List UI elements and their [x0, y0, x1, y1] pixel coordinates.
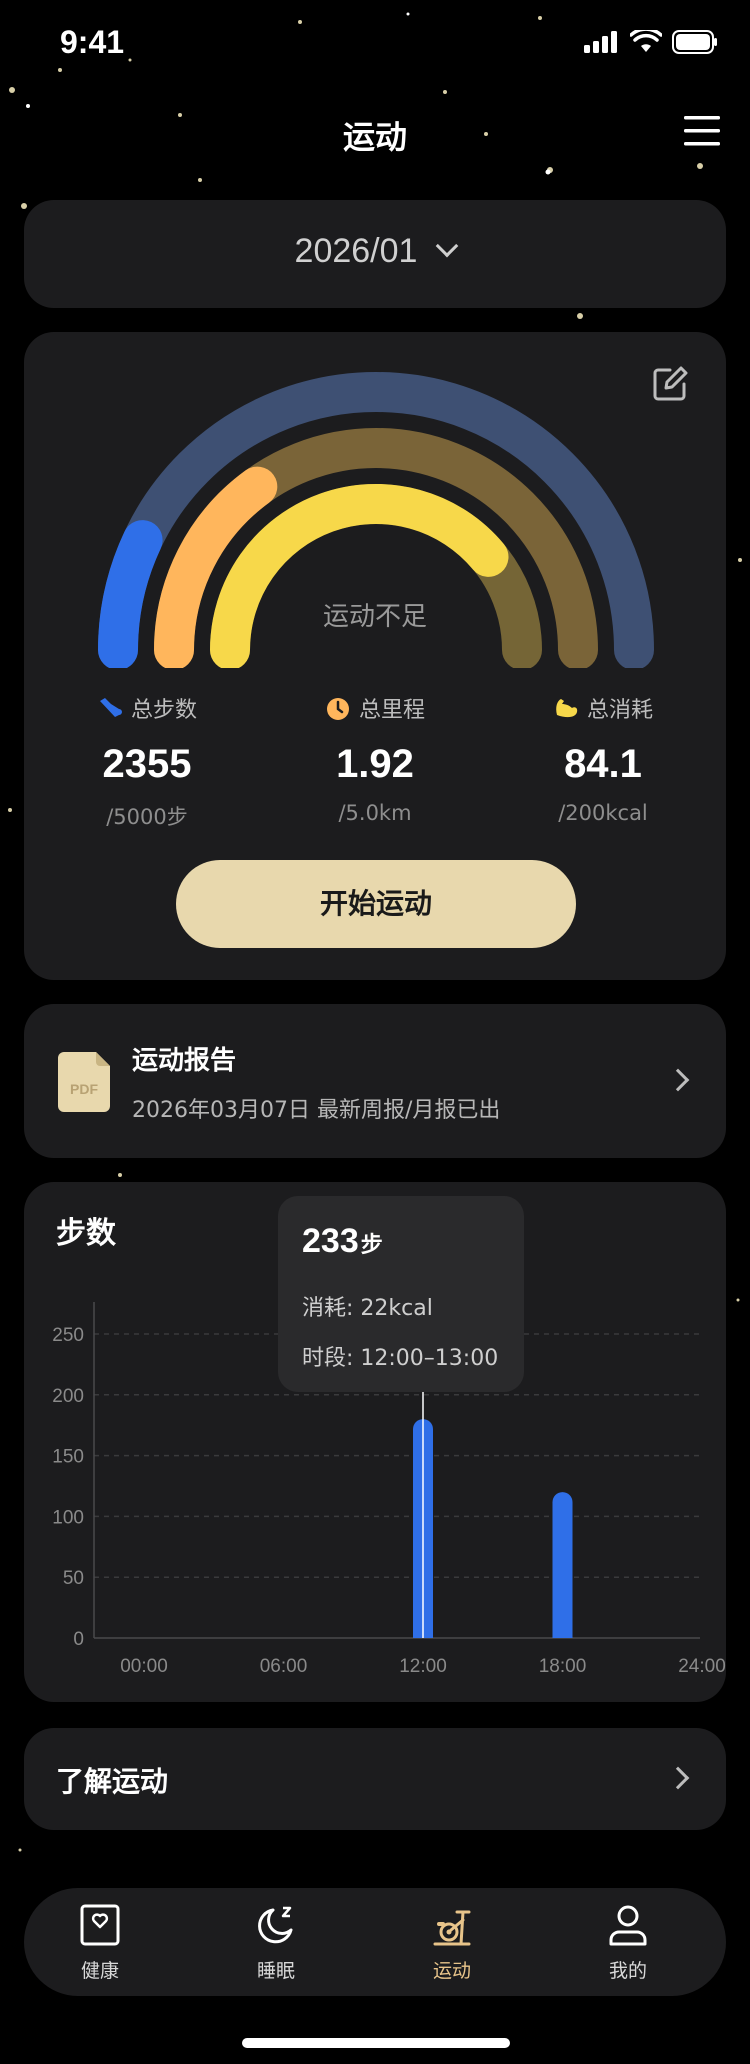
stopwatch-icon: [326, 698, 349, 720]
date-value: 2026/01: [294, 232, 418, 270]
tab-mine-label: 我的: [608, 1960, 647, 1982]
stat-calories: 总消耗 84.1 /200kcal: [488, 692, 718, 825]
stat-steps-target: /5000步: [106, 805, 188, 829]
edit-icon[interactable]: [650, 364, 690, 404]
tab-mine[interactable]: 我的: [568, 1902, 688, 1983]
stat-steps-header: 总步数: [32, 692, 262, 724]
y-tick-label: 250: [52, 1325, 84, 1346]
stat-distance-value: 1.92: [336, 742, 414, 786]
tab-sleep[interactable]: 睡眠: [216, 1902, 336, 1983]
bottom-tab-bar: 健康 睡眠 运动 我的: [24, 1888, 726, 1996]
stat-distance-header: 总里程: [260, 692, 490, 724]
tooltip-steps-value: 233: [302, 1222, 359, 1260]
chevron-down-icon: [436, 234, 459, 258]
signal-icon: [584, 31, 617, 53]
page-header: 运动: [0, 100, 750, 164]
stat-distance-label: 总里程: [358, 698, 425, 723]
stat-calories-value: 84.1: [564, 742, 642, 786]
steps-chart-card: 步数 0 50 100 150 200 250 00:00 06:00 12:00 18:00 24…: [24, 1182, 726, 1702]
tab-health-label: 健康: [80, 1960, 119, 1982]
tooltip-time-range: 时段: 12:00–13:00: [302, 1346, 499, 1371]
activity-summary-card: 运动不足 总步数 2355 /5000步 总里程 1.92 /5.0km 总消耗: [24, 332, 726, 980]
learn-exercise-row[interactable]: 了解运动: [24, 1728, 726, 1830]
tooltip-steps-unit: 步: [360, 1232, 383, 1257]
user-icon: [609, 1905, 647, 1946]
report-title: 运动报告: [132, 1046, 237, 1076]
date-selector-label: 2026/01: [24, 232, 726, 271]
stat-distance-target: /5.0km: [338, 801, 412, 825]
stat-steps-value: 2355: [102, 742, 192, 786]
y-tick-label: 100: [52, 1507, 84, 1528]
stat-calories-target: /200kcal: [558, 801, 648, 825]
stat-calories-header: 总消耗: [488, 692, 718, 724]
x-tick-label: 24:00: [678, 1656, 726, 1677]
wifi-icon: [630, 30, 662, 52]
exercise-report-card[interactable]: PDF 运动报告 2026年03月07日 最新周报/月报已出: [24, 1004, 726, 1158]
heart-card-icon: [80, 1904, 120, 1946]
tab-exercise-label: 运动: [432, 1960, 471, 1982]
menu-icon[interactable]: [684, 114, 720, 148]
date-selector[interactable]: 2026/01: [24, 200, 726, 308]
x-tick-label: 06:00: [260, 1656, 308, 1677]
y-tick-label: 0: [73, 1629, 84, 1650]
start-exercise-button[interactable]: 开始运动: [176, 860, 576, 948]
pdf-file-icon: PDF: [58, 1052, 110, 1112]
x-tick-label: 18:00: [539, 1656, 587, 1677]
report-subtitle: 2026年03月07日 最新周报/月报已出: [132, 1098, 501, 1123]
moon-icon: [258, 1906, 293, 1944]
y-tick-label: 200: [52, 1386, 84, 1407]
chart-bar[interactable]: [552, 1492, 573, 1638]
tab-sleep-label: 睡眠: [256, 1960, 295, 1982]
exercise-bike-icon: [433, 1910, 471, 1946]
shoe-icon: [99, 698, 122, 717]
status-icons: [584, 30, 718, 54]
status-time: 9:41: [60, 24, 125, 60]
learn-exercise-title: 了解运动: [56, 1765, 169, 1798]
tab-exercise[interactable]: 运动: [392, 1902, 512, 1983]
flexed-arm-icon: [556, 699, 578, 718]
chevron-right-icon: [666, 1068, 690, 1092]
stat-calories-label: 总消耗: [586, 698, 653, 723]
stat-steps: 总步数 2355 /5000步: [32, 692, 262, 831]
chart-tooltip: 233步 消耗: 22kcal 时段: 12:00–13:00: [278, 1196, 524, 1392]
x-tick-label: 12:00: [399, 1656, 447, 1677]
stat-distance: 总里程 1.92 /5.0km: [260, 692, 490, 825]
x-tick-label: 00:00: [120, 1656, 168, 1677]
chevron-right-icon: [666, 1766, 690, 1790]
page-title: 运动: [342, 118, 407, 156]
tooltip-steps: 233步: [302, 1222, 383, 1261]
home-indicator: [242, 2038, 510, 2048]
pdf-icon-label: PDF: [70, 1081, 98, 1097]
stat-steps-label: 总步数: [130, 698, 197, 723]
status-bar: 9:41: [0, 0, 750, 92]
tab-health[interactable]: 健康: [40, 1902, 160, 1983]
y-tick-label: 150: [52, 1447, 84, 1468]
tooltip-calories: 消耗: 22kcal: [302, 1296, 433, 1321]
activity-status-label: 运动不足: [322, 602, 427, 632]
y-tick-label: 50: [63, 1568, 84, 1589]
battery-icon: [672, 30, 717, 54]
